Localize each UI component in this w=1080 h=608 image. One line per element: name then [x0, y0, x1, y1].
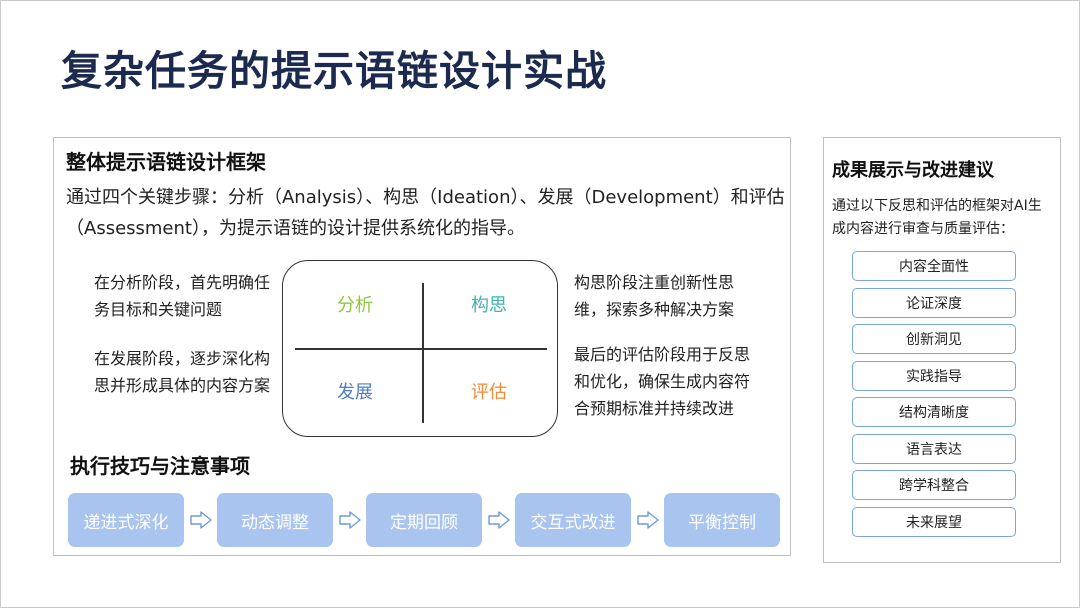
stage-matrix: 分析 构思 发展 评估 [282, 260, 558, 437]
note-assessment: 最后的评估阶段用于反思和优化，确保生成内容符合预期标准并持续改进 [574, 345, 751, 418]
note-analysis: 在分析阶段，首先明确任务目标和关键问题 [94, 273, 271, 319]
quadrant-ideation: 构思 [471, 295, 507, 316]
results-panel: 成果展示与改进建议 通过以下反思和评估的框架对AI生成内容进行审查与质量评估： … [823, 137, 1061, 563]
criterion-item: 结构清晰度 [852, 397, 1016, 427]
evaluation-criteria-list: 内容全面性 论证深度 创新洞见 实践指导 结构清晰度 语言表达 跨学科整合 未来… [852, 251, 1016, 543]
results-description: 通过以下反思和评估的框架对AI生成内容进行审查与质量评估： [832, 198, 1042, 237]
step-dynamic-adjustment: 动态调整 [217, 493, 333, 547]
right-arrow-icon [482, 511, 515, 529]
quadrant-assessment: 评估 [471, 382, 507, 403]
step-balance-control: 平衡控制 [664, 493, 780, 547]
matrix-vertical-divider [422, 283, 424, 423]
criterion-item: 实践指导 [852, 360, 1016, 391]
execution-heading: 执行技巧与注意事项 [70, 454, 250, 478]
step-periodic-review: 定期回顾 [366, 493, 482, 547]
step-interactive-improvement: 交互式改进 [515, 493, 631, 547]
slide: 复杂任务的提示语链设计实战 整体提示语链设计框架 通过四个关键步骤：分析（Ana… [0, 0, 1080, 608]
framework-intro: 通过四个关键步骤：分析（Analysis）、构思（Ideation）、发展（De… [66, 187, 785, 239]
criterion-item: 内容全面性 [852, 251, 1016, 281]
note-development: 在发展阶段，逐步深化构思并形成具体的内容方案 [94, 349, 271, 395]
quadrant-development: 发展 [337, 382, 373, 403]
page-title: 复杂任务的提示语链设计实战 [61, 47, 607, 95]
right-arrow-icon [184, 511, 217, 529]
right-arrow-icon [631, 511, 664, 529]
step-progressive-deepening: 递进式深化 [68, 493, 184, 547]
results-heading: 成果展示与改进建议 [832, 160, 994, 181]
criterion-item: 未来展望 [852, 506, 1016, 537]
criterion-item: 跨学科整合 [852, 470, 1016, 500]
right-arrow-icon [333, 511, 366, 529]
criterion-item: 语言表达 [852, 433, 1016, 464]
framework-heading: 整体提示语链设计框架 [66, 150, 266, 174]
quadrant-analysis: 分析 [337, 295, 373, 316]
framework-panel: 整体提示语链设计框架 通过四个关键步骤：分析（Analysis）、构思（Idea… [53, 137, 791, 556]
criterion-item: 论证深度 [852, 287, 1016, 318]
matrix-horizontal-divider [295, 348, 547, 350]
criterion-item: 创新洞见 [852, 324, 1016, 354]
execution-steps: 递进式深化 动态调整 定期回顾 交互式改进 平衡控制 [68, 493, 780, 547]
note-ideation: 构思阶段注重创新性思维，探索多种解决方案 [574, 273, 735, 319]
